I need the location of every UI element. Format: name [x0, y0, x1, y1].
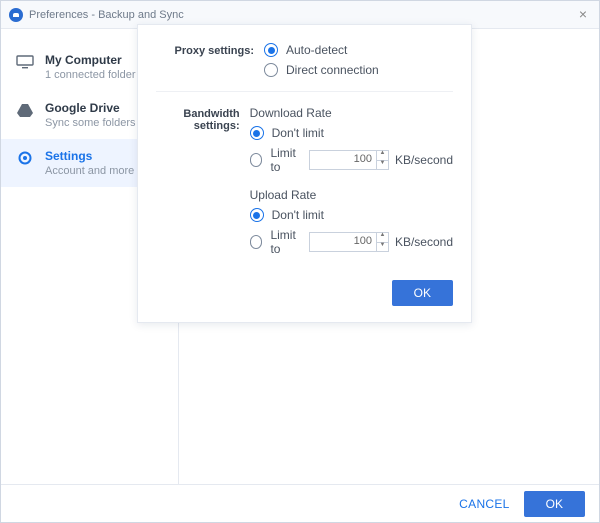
network-settings-dialog: Proxy settings: Auto-detect Direct conne…: [137, 24, 472, 323]
download-limit-spinner[interactable]: ▲▼: [376, 151, 388, 169]
proxy-auto-detect-radio[interactable]: [264, 43, 278, 57]
sidebar-item-title: Settings: [45, 149, 134, 163]
drive-icon: [15, 102, 35, 118]
download-rate-heading: Download Rate: [250, 106, 453, 120]
upload-dont-limit-label: Don't limit: [272, 208, 324, 222]
bandwidth-settings-label: Bandwidth settings:: [156, 106, 250, 262]
upload-dont-limit-radio[interactable]: [250, 208, 264, 222]
upload-rate-heading: Upload Rate: [250, 188, 453, 202]
sidebar-item-title: Google Drive: [45, 101, 135, 115]
dialog-ok-button[interactable]: OK: [392, 280, 453, 306]
upload-limit-spinner[interactable]: ▲▼: [376, 233, 388, 251]
proxy-direct-radio[interactable]: [264, 63, 278, 77]
content-pane: Proxy settings: Auto-detect Direct conne…: [179, 29, 599, 484]
upload-limit-to-radio[interactable]: [250, 235, 263, 249]
cancel-button[interactable]: CANCEL: [459, 497, 509, 511]
upload-limit-value: 100: [310, 233, 376, 251]
proxy-auto-detect-label: Auto-detect: [286, 43, 347, 57]
sidebar-item-subtitle: Sync some folders: [45, 117, 135, 129]
gear-icon: [15, 150, 35, 166]
download-limit-to-radio[interactable]: [250, 153, 263, 167]
sidebar-item-title: My Computer: [45, 53, 136, 67]
monitor-icon: [15, 54, 35, 70]
download-limit-input[interactable]: 100 ▲▼: [309, 150, 389, 170]
download-dont-limit-label: Don't limit: [272, 126, 324, 140]
download-limit-unit: KB/second: [395, 153, 453, 167]
proxy-direct-label: Direct connection: [286, 63, 379, 77]
footer: CANCEL OK: [1, 484, 599, 522]
download-limit-to-label: Limit to: [270, 146, 305, 174]
window-title: Preferences - Backup and Sync: [29, 9, 184, 21]
cloud-icon: [9, 8, 23, 22]
proxy-settings-label: Proxy settings:: [156, 43, 264, 83]
upload-limit-unit: KB/second: [395, 235, 453, 249]
sidebar-item-subtitle: 1 connected folder: [45, 69, 136, 81]
close-icon[interactable]: ×: [575, 7, 591, 23]
ok-button[interactable]: OK: [524, 491, 585, 517]
sidebar-item-subtitle: Account and more: [45, 165, 134, 177]
upload-limit-input[interactable]: 100 ▲▼: [309, 232, 389, 252]
upload-limit-to-label: Limit to: [270, 228, 305, 256]
download-dont-limit-radio[interactable]: [250, 126, 264, 140]
main-area: My Computer 1 connected folder Google Dr…: [1, 29, 599, 484]
download-limit-value: 100: [310, 151, 376, 169]
